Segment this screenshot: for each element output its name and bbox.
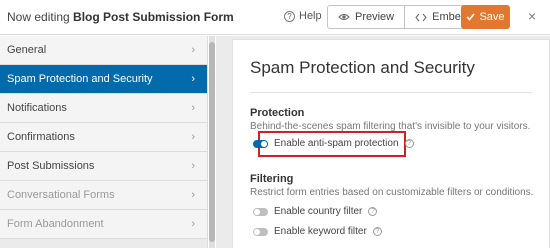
main-area: Spam Protection and Security Protection … [216, 36, 550, 248]
page-title: Spam Protection and Security [250, 58, 475, 77]
anti-spam-toggle[interactable] [253, 139, 268, 148]
sidebar-item-label: Post Submissions [7, 160, 95, 172]
scrollbar-thumb[interactable] [209, 42, 215, 242]
sidebar-item-post-submissions[interactable]: Post Submissions › [0, 152, 207, 181]
sidebar-item-label: Conversational Forms [7, 189, 115, 201]
settings-sidebar: General › Spam Protection and Security ›… [0, 36, 208, 248]
sidebar-item-label: Spam Protection and Security [7, 73, 153, 85]
preview-button[interactable]: Preview [328, 6, 404, 28]
country-filter-row[interactable]: Enable country filter ? [253, 206, 378, 217]
chevron-right-icon: › [191, 44, 195, 56]
sidebar-item-form-abandonment[interactable]: Form Abandonment › [0, 210, 207, 239]
anti-spam-label: Enable anti-spam protection [274, 138, 399, 149]
keyword-filter-label: Enable keyword filter [274, 226, 367, 237]
save-button[interactable]: Save [461, 5, 510, 29]
save-label: Save [479, 11, 505, 23]
protection-heading: Protection [250, 107, 305, 119]
country-filter-toggle[interactable] [253, 207, 268, 216]
help-icon[interactable]: ? [404, 139, 414, 148]
sidebar-item-conversational-forms[interactable]: Conversational Forms › [0, 181, 207, 210]
sidebar-item-general[interactable]: General › [0, 36, 207, 65]
preview-label: Preview [355, 11, 395, 23]
editing-title: Now editing Blog Post Submission Form [7, 10, 234, 24]
chevron-right-icon: › [191, 218, 195, 230]
check-icon [466, 13, 476, 21]
form-name: Blog Post Submission Form [73, 10, 234, 24]
editing-prefix: Now editing [7, 10, 70, 24]
country-filter-label: Enable country filter [274, 206, 363, 217]
chevron-right-icon: › [191, 189, 195, 201]
filtering-heading: Filtering [250, 173, 294, 185]
close-icon[interactable]: × [528, 9, 536, 23]
sidebar-item-label: Form Abandonment [7, 218, 104, 230]
anti-spam-toggle-row[interactable]: Enable anti-spam protection ? [253, 138, 414, 149]
eye-icon [338, 14, 350, 20]
sidebar-item-label: General [7, 44, 47, 56]
help-icon[interactable]: ? [368, 207, 378, 216]
title-divider [250, 92, 532, 93]
help-icon: ? [284, 10, 295, 22]
sidebar-scrollbar[interactable] [209, 36, 215, 248]
sidebar-item-confirmations[interactable]: Confirmations › [0, 123, 207, 152]
sidebar-item-notifications[interactable]: Notifications › [0, 94, 207, 123]
sidebar-item-label: Notifications [7, 102, 67, 114]
help-label: Help [299, 10, 322, 22]
settings-panel: Spam Protection and Security Protection … [232, 39, 550, 248]
keyword-filter-row[interactable]: Enable keyword filter ? [253, 226, 382, 237]
top-bar: Now editing Blog Post Submission Form ? … [0, 0, 550, 35]
help-button[interactable]: ? Help [284, 10, 322, 22]
code-icon [415, 13, 427, 21]
chevron-right-icon: › [191, 160, 195, 172]
keyword-filter-toggle[interactable] [253, 227, 268, 236]
preview-embed-group: Preview Embed [327, 5, 478, 29]
chevron-right-icon: › [191, 73, 195, 85]
chevron-right-icon: › [191, 102, 195, 114]
sidebar-item-label: Confirmations [7, 131, 75, 143]
chevron-right-icon: › [191, 131, 195, 143]
sidebar-item-spam-protection[interactable]: Spam Protection and Security › [0, 65, 207, 94]
help-icon[interactable]: ? [372, 227, 382, 236]
filtering-description: Restrict form entries based on customiza… [250, 187, 534, 198]
